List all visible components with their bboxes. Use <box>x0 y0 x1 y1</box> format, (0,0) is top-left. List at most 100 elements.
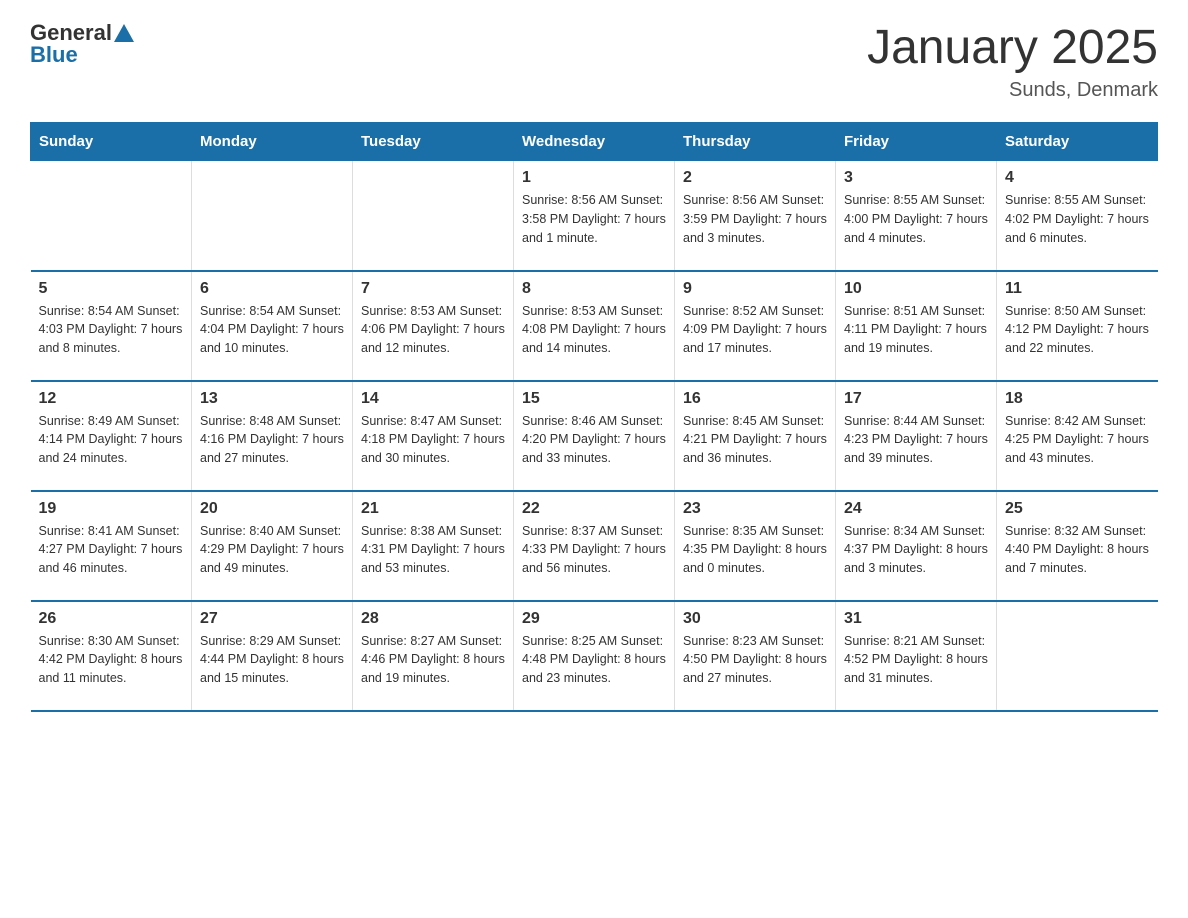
calendar-cell: 22 Sunrise: 8:37 AM Sunset: 4:33 PM Dayli… <box>514 491 675 601</box>
day-number: 20 <box>200 500 344 518</box>
calendar-cell: 4Sunrise: 8:55 AM Sunset: 4:02 PM Daylig… <box>997 161 1158 271</box>
day-number: 27 <box>200 610 344 628</box>
logo-text-blue: Blue <box>30 42 134 68</box>
calendar-cell: 19 Sunrise: 8:41 AM Sunset: 4:27 PM Dayli… <box>31 491 192 601</box>
calendar-cell: 21 Sunrise: 8:38 AM Sunset: 4:31 PM Dayli… <box>353 491 514 601</box>
day-detail: Sunrise: 8:56 AM Sunset: 3:59 PM Dayligh… <box>683 191 827 247</box>
day-number: 10 <box>844 280 988 298</box>
day-number: 5 <box>39 280 184 298</box>
title-block: January 2025 Sunds, Denmark <box>867 20 1158 102</box>
day-number: 21 <box>361 500 505 518</box>
day-number: 29 <box>522 610 666 628</box>
day-detail: Sunrise: 8:53 AM Sunset: 4:08 PM Dayligh… <box>522 302 666 358</box>
calendar-cell: 12Sunrise: 8:49 AM Sunset: 4:14 PM Dayli… <box>31 381 192 491</box>
col-wednesday: Wednesday <box>514 123 675 161</box>
day-detail: Sunrise: 8:37 AM Sunset: 4:33 PM Dayligh… <box>522 522 666 578</box>
day-number: 4 <box>1005 169 1150 187</box>
day-detail: Sunrise: 8:54 AM Sunset: 4:04 PM Dayligh… <box>200 302 344 358</box>
day-detail: Sunrise: 8:55 AM Sunset: 4:00 PM Dayligh… <box>844 191 988 247</box>
col-monday: Monday <box>192 123 353 161</box>
day-number: 14 <box>361 390 505 408</box>
day-number: 11 <box>1005 280 1150 298</box>
day-detail: Sunrise: 8:51 AM Sunset: 4:11 PM Dayligh… <box>844 302 988 358</box>
day-number: 3 <box>844 169 988 187</box>
calendar-cell: 30 Sunrise: 8:23 AM Sunset: 4:50 PM Dayli… <box>675 601 836 711</box>
header-row: Sunday Monday Tuesday Wednesday Thursday… <box>31 123 1158 161</box>
day-number: 26 <box>39 610 184 628</box>
calendar-cell: 23 Sunrise: 8:35 AM Sunset: 4:35 PM Dayli… <box>675 491 836 601</box>
day-number: 6 <box>200 280 344 298</box>
calendar-cell <box>192 161 353 271</box>
day-detail: Sunrise: 8:48 AM Sunset: 4:16 PM Dayligh… <box>200 412 344 468</box>
day-number: 24 <box>844 500 988 518</box>
day-number: 19 <box>39 500 184 518</box>
day-detail: Sunrise: 8:50 AM Sunset: 4:12 PM Dayligh… <box>1005 302 1150 358</box>
calendar-cell: 1 Sunrise: 8:56 AM Sunset: 3:58 PM Daylig… <box>514 161 675 271</box>
day-number: 25 <box>1005 500 1150 518</box>
calendar-cell: 16 Sunrise: 8:45 AM Sunset: 4:21 PM Dayli… <box>675 381 836 491</box>
day-number: 17 <box>844 390 988 408</box>
calendar-cell: 20Sunrise: 8:40 AM Sunset: 4:29 PM Dayli… <box>192 491 353 601</box>
day-detail: Sunrise: 8:53 AM Sunset: 4:06 PM Dayligh… <box>361 302 505 358</box>
col-thursday: Thursday <box>675 123 836 161</box>
calendar-cell: 9 Sunrise: 8:52 AM Sunset: 4:09 PM Daylig… <box>675 271 836 381</box>
calendar-cell <box>997 601 1158 711</box>
day-number: 22 <box>522 500 666 518</box>
week-row-3: 19 Sunrise: 8:41 AM Sunset: 4:27 PM Dayli… <box>31 491 1158 601</box>
day-detail: Sunrise: 8:32 AM Sunset: 4:40 PM Dayligh… <box>1005 522 1150 578</box>
calendar-cell: 31 Sunrise: 8:21 AM Sunset: 4:52 PM Dayli… <box>836 601 997 711</box>
calendar-cell: 6 Sunrise: 8:54 AM Sunset: 4:04 PM Daylig… <box>192 271 353 381</box>
day-number: 9 <box>683 280 827 298</box>
calendar-cell: 17 Sunrise: 8:44 AM Sunset: 4:23 PM Dayli… <box>836 381 997 491</box>
day-detail: Sunrise: 8:25 AM Sunset: 4:48 PM Dayligh… <box>522 632 666 688</box>
calendar-cell: 7 Sunrise: 8:53 AM Sunset: 4:06 PM Daylig… <box>353 271 514 381</box>
calendar-cell: 13 Sunrise: 8:48 AM Sunset: 4:16 PM Dayli… <box>192 381 353 491</box>
day-detail: Sunrise: 8:46 AM Sunset: 4:20 PM Dayligh… <box>522 412 666 468</box>
calendar-cell: 8Sunrise: 8:53 AM Sunset: 4:08 PM Daylig… <box>514 271 675 381</box>
col-friday: Friday <box>836 123 997 161</box>
day-detail: Sunrise: 8:29 AM Sunset: 4:44 PM Dayligh… <box>200 632 344 688</box>
day-detail: Sunrise: 8:34 AM Sunset: 4:37 PM Dayligh… <box>844 522 988 578</box>
day-number: 15 <box>522 390 666 408</box>
col-tuesday: Tuesday <box>353 123 514 161</box>
week-row-0: 1 Sunrise: 8:56 AM Sunset: 3:58 PM Daylig… <box>31 161 1158 271</box>
day-number: 30 <box>683 610 827 628</box>
day-number: 2 <box>683 169 827 187</box>
col-saturday: Saturday <box>997 123 1158 161</box>
day-detail: Sunrise: 8:44 AM Sunset: 4:23 PM Dayligh… <box>844 412 988 468</box>
logo: General Blue <box>30 20 134 68</box>
week-row-2: 12Sunrise: 8:49 AM Sunset: 4:14 PM Dayli… <box>31 381 1158 491</box>
calendar-cell: 29 Sunrise: 8:25 AM Sunset: 4:48 PM Dayli… <box>514 601 675 711</box>
day-number: 1 <box>522 169 666 187</box>
day-number: 13 <box>200 390 344 408</box>
week-row-1: 5 Sunrise: 8:54 AM Sunset: 4:03 PM Daylig… <box>31 271 1158 381</box>
day-number: 7 <box>361 280 505 298</box>
calendar-cell: 18Sunrise: 8:42 AM Sunset: 4:25 PM Dayli… <box>997 381 1158 491</box>
day-detail: Sunrise: 8:54 AM Sunset: 4:03 PM Dayligh… <box>39 302 184 358</box>
page-header: General Blue January 2025 Sunds, Denmark <box>30 20 1158 102</box>
day-number: 16 <box>683 390 827 408</box>
day-detail: Sunrise: 8:56 AM Sunset: 3:58 PM Dayligh… <box>522 191 666 247</box>
day-detail: Sunrise: 8:52 AM Sunset: 4:09 PM Dayligh… <box>683 302 827 358</box>
calendar-table: Sunday Monday Tuesday Wednesday Thursday… <box>30 122 1158 712</box>
day-detail: Sunrise: 8:42 AM Sunset: 4:25 PM Dayligh… <box>1005 412 1150 468</box>
day-detail: Sunrise: 8:41 AM Sunset: 4:27 PM Dayligh… <box>39 522 184 578</box>
day-detail: Sunrise: 8:23 AM Sunset: 4:50 PM Dayligh… <box>683 632 827 688</box>
calendar-subtitle: Sunds, Denmark <box>867 79 1158 102</box>
day-detail: Sunrise: 8:49 AM Sunset: 4:14 PM Dayligh… <box>39 412 184 468</box>
logo-triangle-icon <box>114 24 134 42</box>
calendar-cell <box>353 161 514 271</box>
day-number: 23 <box>683 500 827 518</box>
calendar-cell: 14 Sunrise: 8:47 AM Sunset: 4:18 PM Dayli… <box>353 381 514 491</box>
day-detail: Sunrise: 8:47 AM Sunset: 4:18 PM Dayligh… <box>361 412 505 468</box>
calendar-cell: 27 Sunrise: 8:29 AM Sunset: 4:44 PM Dayli… <box>192 601 353 711</box>
day-detail: Sunrise: 8:35 AM Sunset: 4:35 PM Dayligh… <box>683 522 827 578</box>
calendar-cell: 3 Sunrise: 8:55 AM Sunset: 4:00 PM Daylig… <box>836 161 997 271</box>
day-detail: Sunrise: 8:27 AM Sunset: 4:46 PM Dayligh… <box>361 632 505 688</box>
day-detail: Sunrise: 8:45 AM Sunset: 4:21 PM Dayligh… <box>683 412 827 468</box>
day-detail: Sunrise: 8:38 AM Sunset: 4:31 PM Dayligh… <box>361 522 505 578</box>
calendar-title: January 2025 <box>867 20 1158 75</box>
day-detail: Sunrise: 8:21 AM Sunset: 4:52 PM Dayligh… <box>844 632 988 688</box>
calendar-cell: 2 Sunrise: 8:56 AM Sunset: 3:59 PM Daylig… <box>675 161 836 271</box>
day-number: 31 <box>844 610 988 628</box>
